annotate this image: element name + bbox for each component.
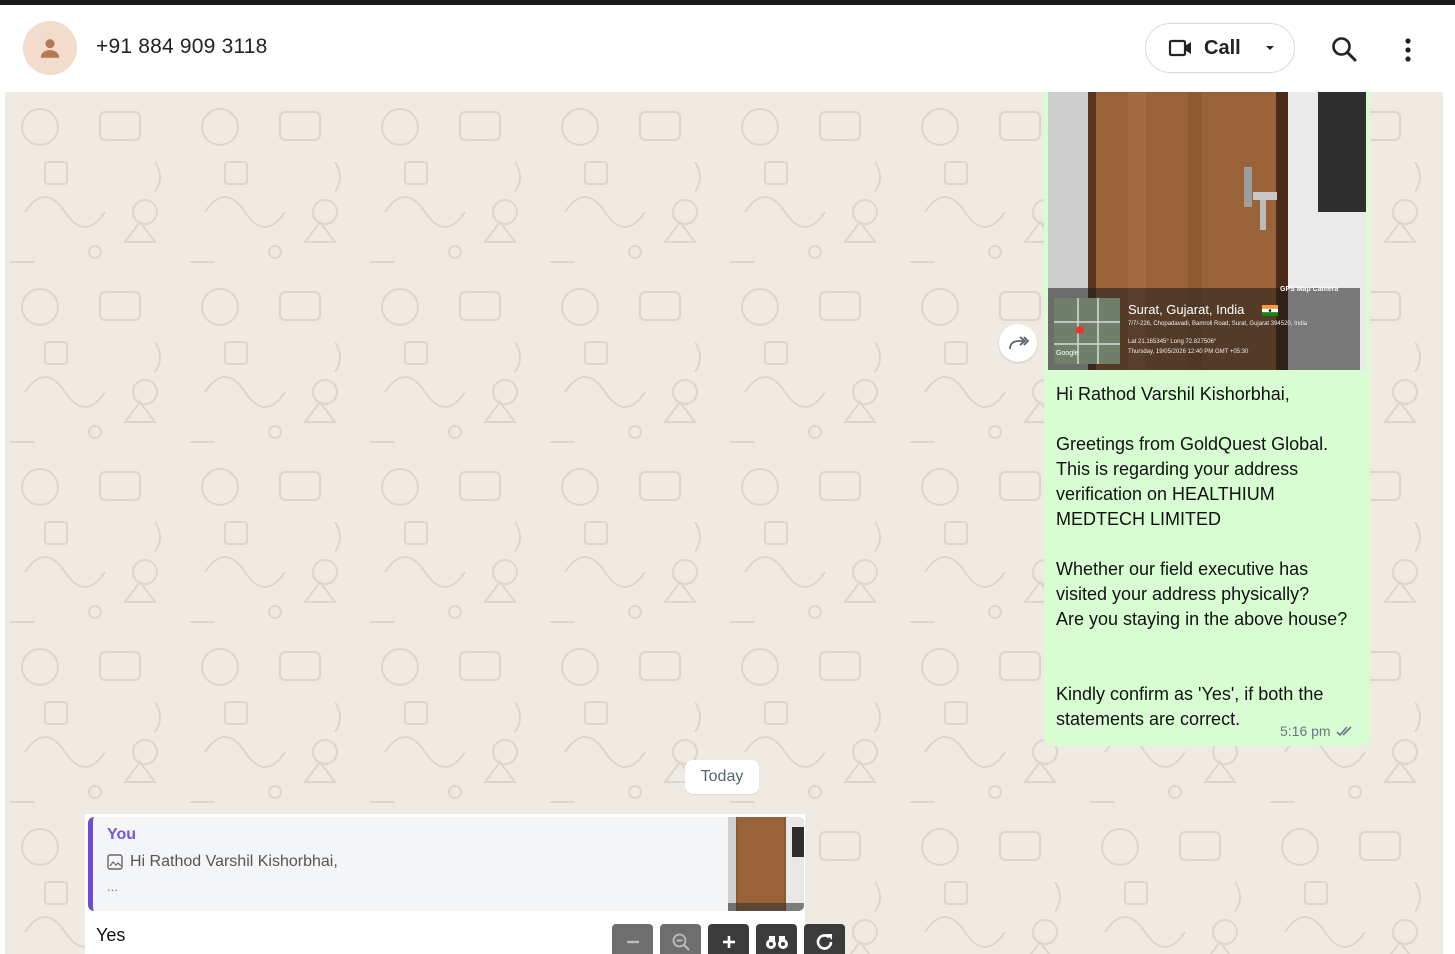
chevron-down-icon[interactable] xyxy=(1263,43,1277,53)
quote-author: You xyxy=(107,826,137,843)
person-icon xyxy=(40,39,60,58)
call-button[interactable]: Call xyxy=(1145,23,1295,73)
rotate-icon xyxy=(816,934,832,950)
quote-preview: Hi Rathod Varshil Kishorbhai, xyxy=(107,853,338,871)
gps-latlong: Lat 21.165345° Long 72.827506° xyxy=(1128,339,1217,345)
zoom-out-button[interactable] xyxy=(612,924,653,954)
india-flag-icon xyxy=(1262,305,1278,316)
chat-header: +91 884 909 3118 Call xyxy=(0,5,1455,92)
map-provider-label: Google xyxy=(1056,350,1079,357)
date-divider: Today xyxy=(685,760,759,794)
chat-pane[interactable]: GPS Map Camera Google Surat, Gujarat, In… xyxy=(5,92,1443,954)
zoom-reset-button[interactable] xyxy=(660,924,701,954)
quote-ellipsis: ... xyxy=(107,879,118,894)
video-camera-icon xyxy=(1168,39,1191,57)
zoom-in-icon xyxy=(722,936,735,948)
forward-button[interactable] xyxy=(999,324,1037,362)
door-photo xyxy=(1048,92,1366,370)
photo-icon xyxy=(107,854,123,870)
double-check-icon xyxy=(1336,726,1352,737)
gps-datetime: Thursday, 19/05/2026 12:40 PM GMT +05:30 xyxy=(1128,349,1249,355)
gps-address: 7/7/-226, Chopadavadi, Bamroli Road, Sur… xyxy=(1128,321,1308,327)
quote-thumbnail xyxy=(728,817,804,911)
contact-name[interactable]: +91 884 909 3118 xyxy=(96,35,268,59)
message-time: 5:16 pm xyxy=(1280,723,1331,739)
outgoing-message[interactable]: GPS Map Camera Google Surat, Gujarat, In… xyxy=(1044,92,1370,746)
call-label: Call xyxy=(1204,36,1241,59)
quoted-message[interactable]: You Hi Rathod Varshil Kishorbhai, ... xyxy=(88,817,804,911)
zoom-out-icon xyxy=(626,940,639,944)
view-button[interactable] xyxy=(756,924,797,954)
message-photo[interactable]: GPS Map Camera Google Surat, Gujarat, In… xyxy=(1048,92,1366,370)
message-meta: 5:16 pm xyxy=(1280,723,1356,739)
zoom-in-button[interactable] xyxy=(708,924,749,954)
gps-location: Surat, Gujarat, India xyxy=(1128,302,1245,317)
rotate-button[interactable] xyxy=(804,924,845,954)
image-zoom-toolbar xyxy=(612,924,845,954)
gps-app-tag: GPS Map Camera xyxy=(1280,286,1339,293)
more-vert-icon[interactable] xyxy=(1398,36,1418,64)
binoculars-icon xyxy=(765,936,788,949)
message-text: Hi Rathod Varshil Kishorbhai, Greetings … xyxy=(1056,384,1348,729)
magnify-minus-icon xyxy=(672,933,690,951)
avatar[interactable] xyxy=(23,21,77,75)
search-icon[interactable] xyxy=(1330,35,1358,63)
quote-text: Hi Rathod Varshil Kishorbhai, xyxy=(130,853,338,870)
forward-icon xyxy=(1009,336,1029,350)
reply-text: Yes xyxy=(96,925,126,945)
